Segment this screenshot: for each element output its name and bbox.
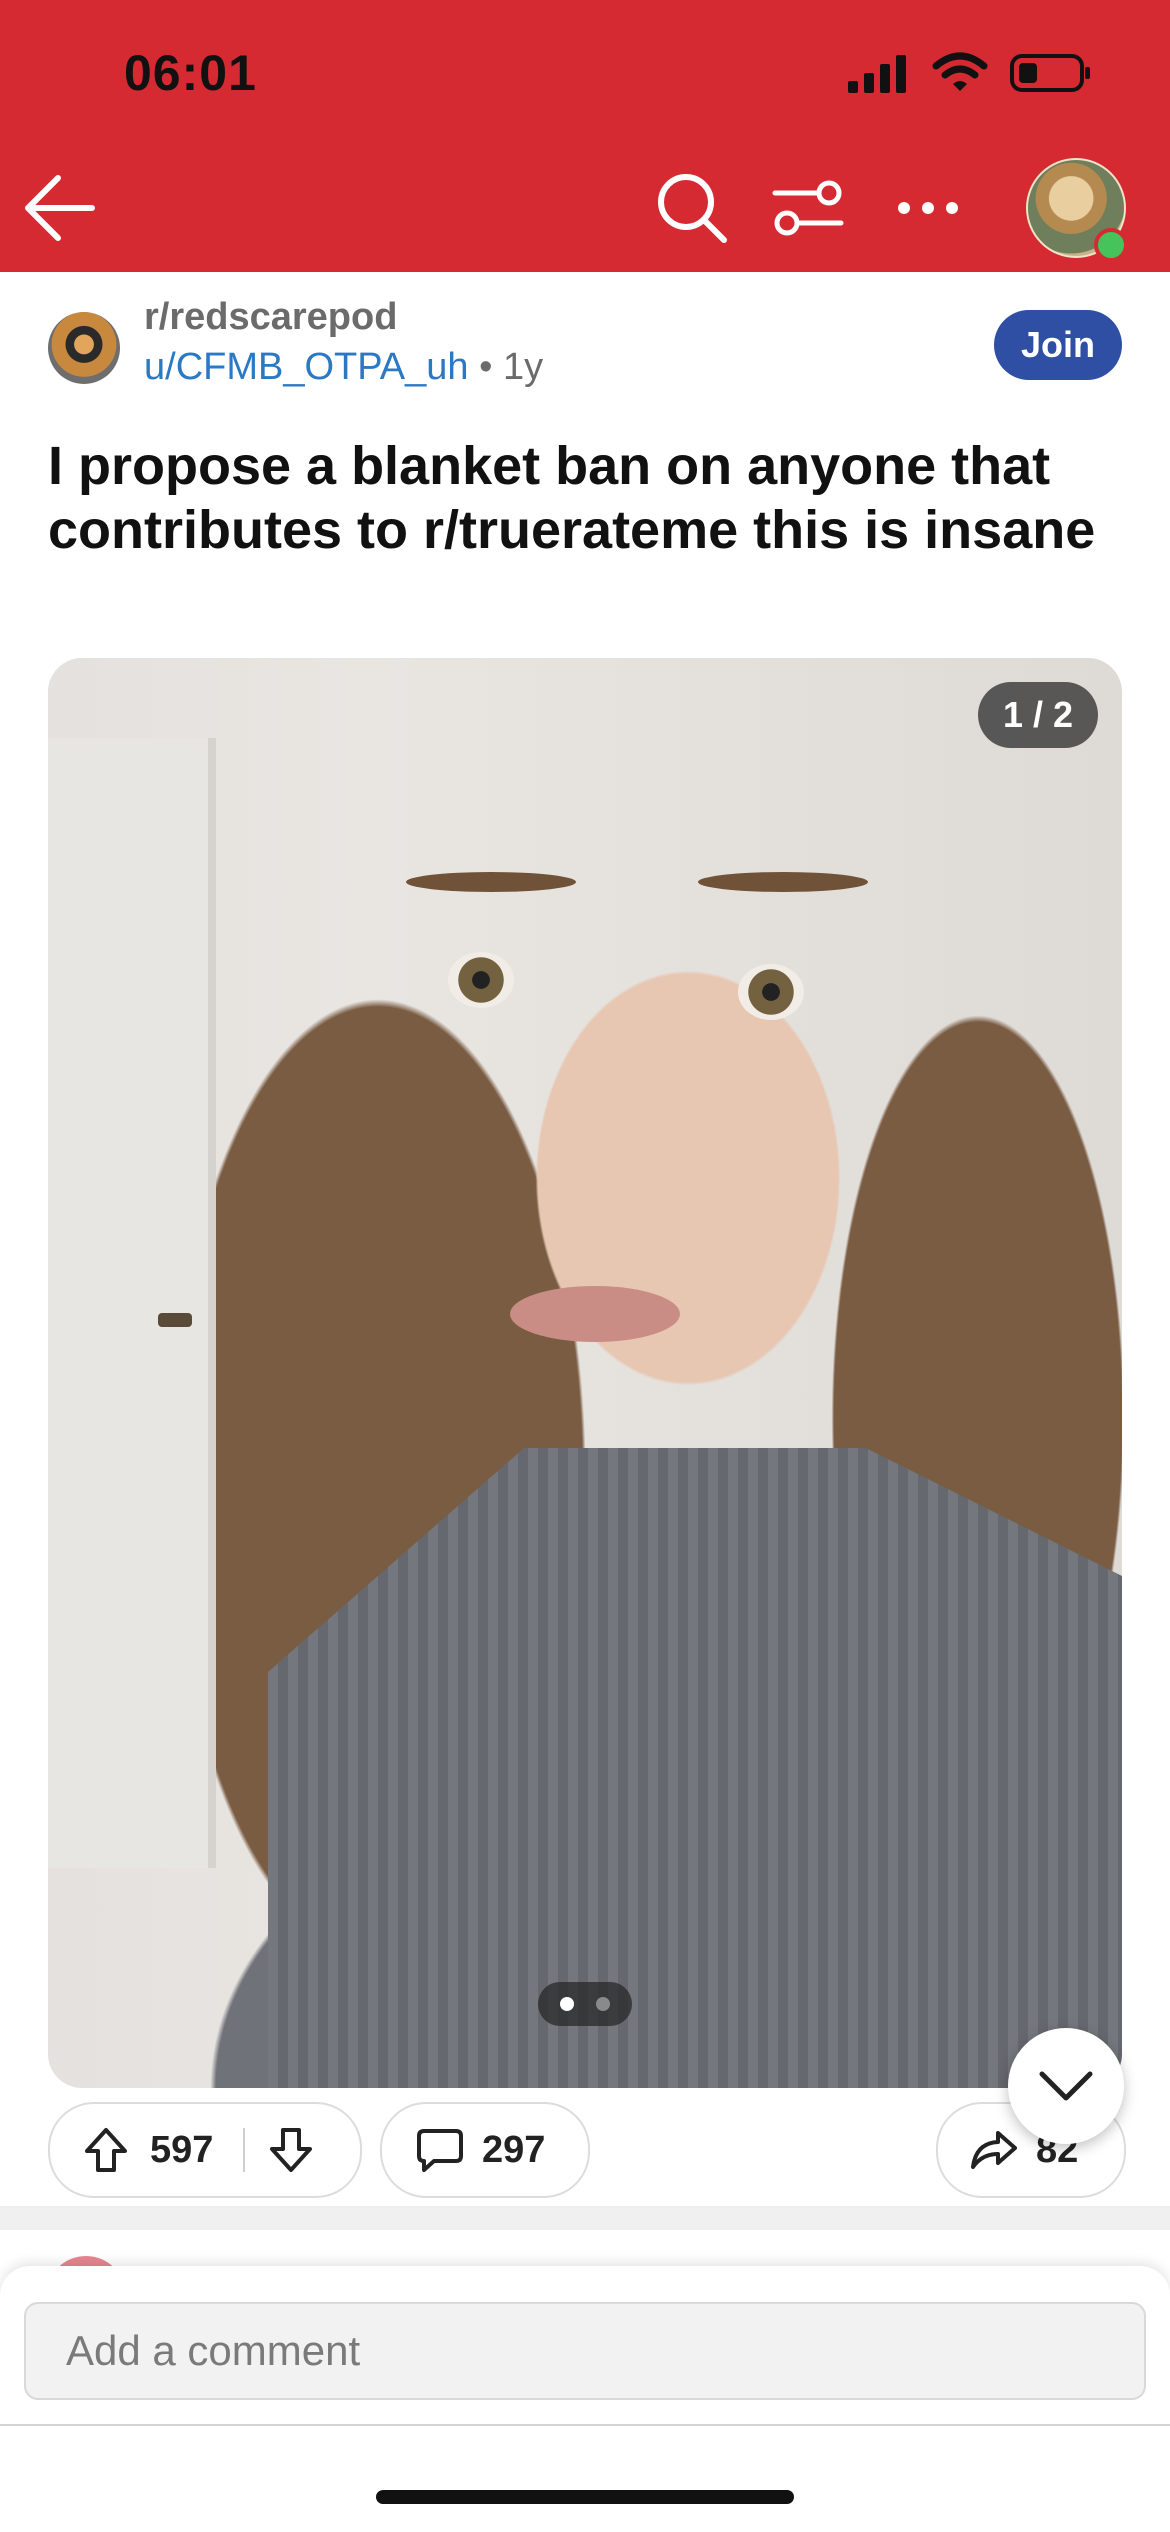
post-meta: u/CFMB_OTPA_uh • 1y <box>144 346 543 389</box>
more-button[interactable] <box>888 180 968 236</box>
subreddit-avatar[interactable] <box>48 312 120 384</box>
comment-count: 297 <box>482 2128 546 2171</box>
sliders-icon <box>772 180 844 236</box>
composer-divider <box>0 2424 1170 2426</box>
image-counter: 1 / 2 <box>978 682 1098 748</box>
post-title: I propose a blanket ban on anyone that c… <box>48 436 1096 560</box>
home-indicator[interactable] <box>376 2490 794 2504</box>
wifi-icon <box>932 52 988 91</box>
status-time: 06:01 <box>124 45 257 101</box>
sweater <box>268 1448 1122 2088</box>
downvote-icon[interactable] <box>269 2127 313 2173</box>
page-indicator[interactable] <box>538 1982 632 2026</box>
comment-bubble-icon <box>417 2129 463 2172</box>
right-eyebrow <box>698 872 868 892</box>
search-icon <box>658 174 727 243</box>
search-button[interactable] <box>652 168 732 248</box>
ellipsis-icon <box>898 202 958 214</box>
app-header: 06:01 <box>0 0 1170 272</box>
share-icon <box>971 2131 1017 2169</box>
post-age: • 1y <box>479 346 544 388</box>
section-divider <box>0 2206 1170 2230</box>
post-image[interactable]: 1 / 2 <box>48 658 1122 2088</box>
battery-icon <box>1010 54 1090 92</box>
left-eyebrow <box>406 872 576 892</box>
subreddit-name[interactable]: r/redscarepod <box>144 296 397 339</box>
vote-divider <box>243 2128 246 2172</box>
arrow-left-icon <box>25 175 95 241</box>
comments-button[interactable]: 297 <box>380 2102 590 2198</box>
back-button[interactable] <box>20 168 100 248</box>
status-icons <box>848 52 1092 94</box>
scroll-down-button[interactable] <box>1008 2028 1124 2144</box>
chevron-down-icon <box>1039 2071 1093 2101</box>
online-status-dot <box>1094 228 1128 262</box>
page-dot <box>596 1997 610 2011</box>
right-eye <box>738 964 804 1020</box>
comment-input[interactable] <box>24 2302 1146 2400</box>
lips <box>510 1286 680 1342</box>
left-eye <box>448 952 514 1008</box>
page-dot-active <box>560 1997 574 2011</box>
upvote-count: 597 <box>150 2128 214 2171</box>
signal-icon <box>848 55 906 93</box>
join-button[interactable]: Join <box>994 310 1122 380</box>
author-link[interactable]: u/CFMB_OTPA_uh <box>144 346 469 388</box>
filter-button[interactable] <box>768 170 848 246</box>
upvote-icon[interactable] <box>84 2127 128 2173</box>
vote-bar: 597 <box>48 2102 362 2198</box>
door-handle <box>158 1313 192 1327</box>
background-door <box>48 738 216 1868</box>
